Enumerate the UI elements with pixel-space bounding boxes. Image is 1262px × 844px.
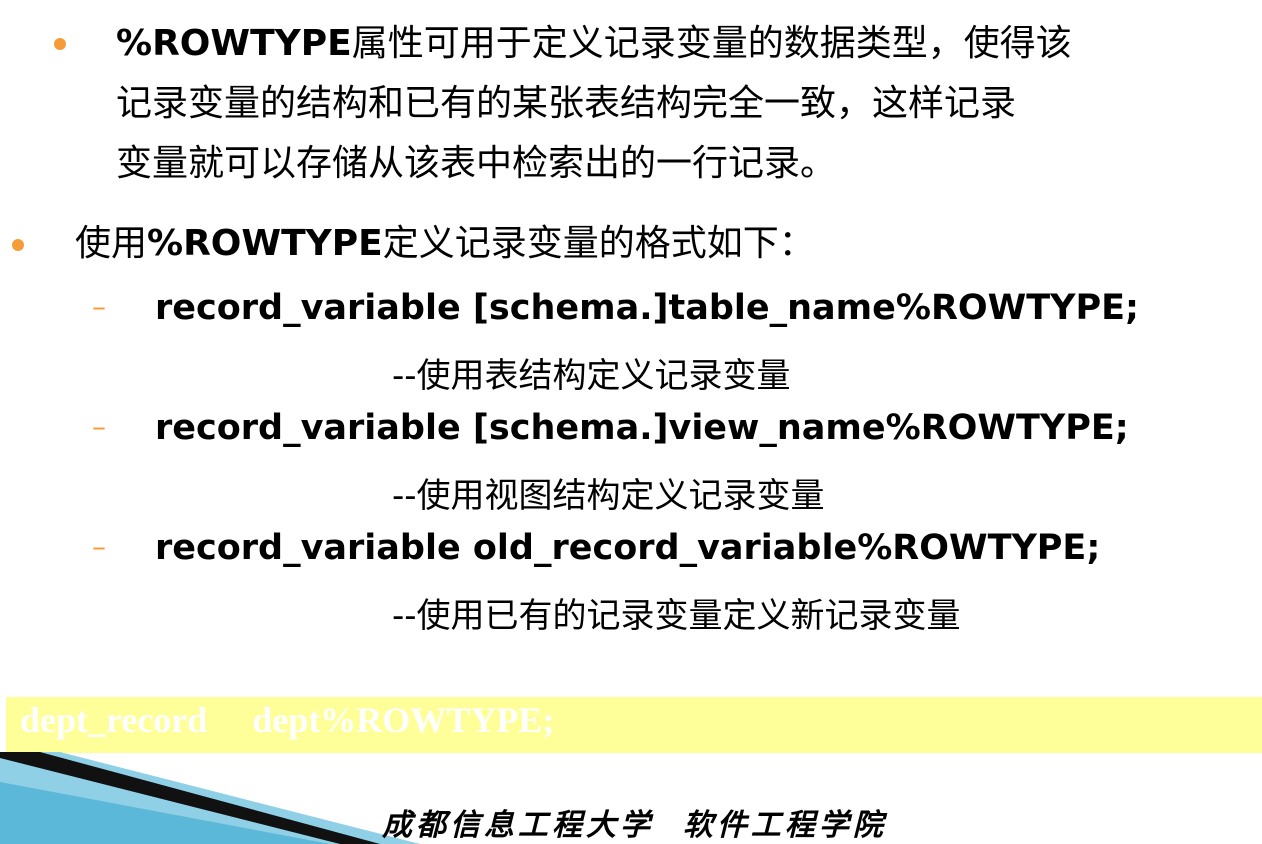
bullet-dot — [12, 239, 24, 251]
rowtype-keyword: %ROWTYPE — [147, 223, 383, 264]
rowtype-keyword: %ROWTYPE — [116, 23, 352, 64]
syntax-code-3: record_variable old_record_variable%ROWT… — [155, 528, 1101, 568]
format-prefix: 使用 — [75, 223, 148, 264]
example-code: dept_record dept%ROWTYPE; — [20, 700, 555, 740]
format-heading: 使用%ROWTYPE定义记录变量的格式如下： — [75, 214, 815, 274]
format-suffix: 定义记录变量的格式如下： — [382, 223, 815, 264]
syntax-comment-1: --使用表结构定义记录变量 — [392, 356, 791, 396]
intro-line1: 属性可用于定义记录变量的数据类型，使得该 — [351, 23, 1072, 64]
syntax-code-1: record_variable [schema.]table_name%ROWT… — [155, 288, 1140, 328]
intro-line3: 变量就可以存储从该表中检索出的一行记录。 — [116, 143, 837, 184]
footer-institution: 成都信息工程大学 软件工程学院 — [382, 808, 887, 843]
intro-line2: 记录变量的结构和已有的某张表结构完全一致，这样记录 — [116, 83, 1017, 124]
example-code-bar: dept_record dept%ROWTYPE; — [6, 697, 1262, 753]
dash-bullet: – — [92, 530, 106, 563]
syntax-comment-3: --使用已有的记录变量定义新记录变量 — [392, 596, 961, 636]
dash-bullet: – — [92, 410, 106, 443]
syntax-comment-2: --使用视图结构定义记录变量 — [392, 476, 825, 516]
bullet-dot — [54, 38, 66, 50]
intro-paragraph: %ROWTYPE属性可用于定义记录变量的数据类型，使得该 记录变量的结构和已有的… — [116, 14, 1246, 194]
dash-bullet: – — [92, 290, 106, 323]
syntax-code-2: record_variable [schema.]view_name%ROWTY… — [155, 408, 1129, 448]
decorative-stripe — [0, 752, 420, 844]
